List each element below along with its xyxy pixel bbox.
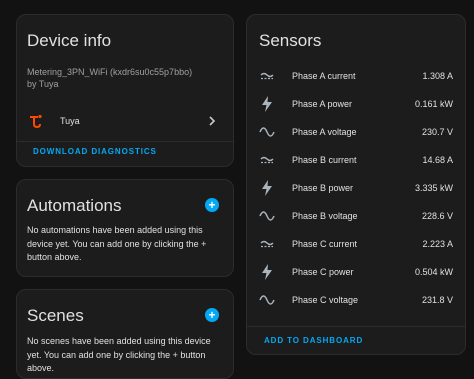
sensor-label: Phase A power xyxy=(292,99,353,109)
sensors-card: Sensors Phase A current 1.308 A Phase A po… xyxy=(246,14,466,355)
current-ac-icon xyxy=(259,68,275,84)
sensor-label: Phase C current xyxy=(292,239,358,249)
sensor-label: Phase C voltage xyxy=(292,295,359,305)
integration-label: Tuya xyxy=(60,116,80,126)
sensor-row[interactable]: Phase B current 14.68 A xyxy=(247,150,465,170)
sensor-row[interactable]: Phase B power 3.335 kW xyxy=(247,178,465,198)
sensor-value: 230.7 V xyxy=(421,127,453,137)
sensor-value: 0.161 kW xyxy=(414,99,453,109)
automations-title: Automations xyxy=(27,196,122,215)
tuya-logo-icon xyxy=(27,113,43,129)
sensors-title: Sensors xyxy=(259,31,322,50)
current-ac-icon xyxy=(259,152,275,168)
chevron-right-icon xyxy=(205,114,219,128)
scenes-empty-text: No scenes have been added using this dev… xyxy=(27,336,211,373)
sensor-value: 3.335 kW xyxy=(414,183,453,193)
add-automation-button[interactable]: + xyxy=(205,198,219,212)
integration-row[interactable]: Tuya xyxy=(27,111,225,131)
sensor-row[interactable]: Phase A power 0.161 kW xyxy=(247,94,465,114)
device-info-card: Device info Metering_3PN_WiFi (kxdr6su0c… xyxy=(16,14,234,167)
sensor-value: 0.504 kW xyxy=(414,267,453,277)
sensor-value: 228.6 V xyxy=(421,211,453,221)
sensor-row[interactable]: Phase A current 1.308 A xyxy=(247,66,465,86)
add-scene-button[interactable]: + xyxy=(205,308,219,322)
device-model: Metering_3PN_WiFi (kxdr6su0c55p7bbo) xyxy=(27,67,193,77)
flash-icon xyxy=(259,180,275,196)
automations-empty-text: No automations have been added using thi… xyxy=(27,225,207,262)
flash-icon xyxy=(259,96,275,112)
flash-icon xyxy=(259,264,275,280)
sensor-label: Phase C power xyxy=(292,267,354,277)
sensor-row[interactable]: Phase B voltage 228.6 V xyxy=(247,206,465,226)
sensor-row[interactable]: Phase A voltage 230.7 V xyxy=(247,122,465,142)
sensor-label: Phase B current xyxy=(292,155,357,165)
sine-wave-icon xyxy=(259,292,275,308)
current-ac-icon xyxy=(259,236,275,252)
sine-wave-icon xyxy=(259,124,275,140)
sensor-value: 2.223 A xyxy=(422,239,453,249)
device-info-title: Device info xyxy=(27,31,112,50)
sine-wave-icon xyxy=(259,208,275,224)
add-to-dashboard-button[interactable]: ADD TO DASHBOARD xyxy=(264,336,363,345)
scenes-title: Scenes xyxy=(27,306,84,325)
divider xyxy=(247,326,465,327)
sensor-label: Phase A current xyxy=(292,71,356,81)
sensor-row[interactable]: Phase C voltage 231.8 V xyxy=(247,290,465,310)
divider xyxy=(17,141,233,142)
download-diagnostics-button[interactable]: DOWNLOAD DIAGNOSTICS xyxy=(33,147,157,156)
scenes-card: Scenes + No scenes have been added using… xyxy=(16,289,234,379)
automations-card: Automations + No automations have been a… xyxy=(16,179,234,277)
sensor-value: 231.8 V xyxy=(421,295,453,305)
sensor-label: Phase A voltage xyxy=(292,127,357,137)
sensor-label: Phase B voltage xyxy=(292,211,358,221)
sensor-row[interactable]: Phase C power 0.504 kW xyxy=(247,262,465,282)
device-manufacturer: by Tuya xyxy=(27,79,59,89)
sensor-label: Phase B power xyxy=(292,183,354,193)
sensor-value: 14.68 A xyxy=(422,155,453,165)
sensor-row[interactable]: Phase C current 2.223 A xyxy=(247,234,465,254)
sensor-value: 1.308 A xyxy=(422,71,453,81)
